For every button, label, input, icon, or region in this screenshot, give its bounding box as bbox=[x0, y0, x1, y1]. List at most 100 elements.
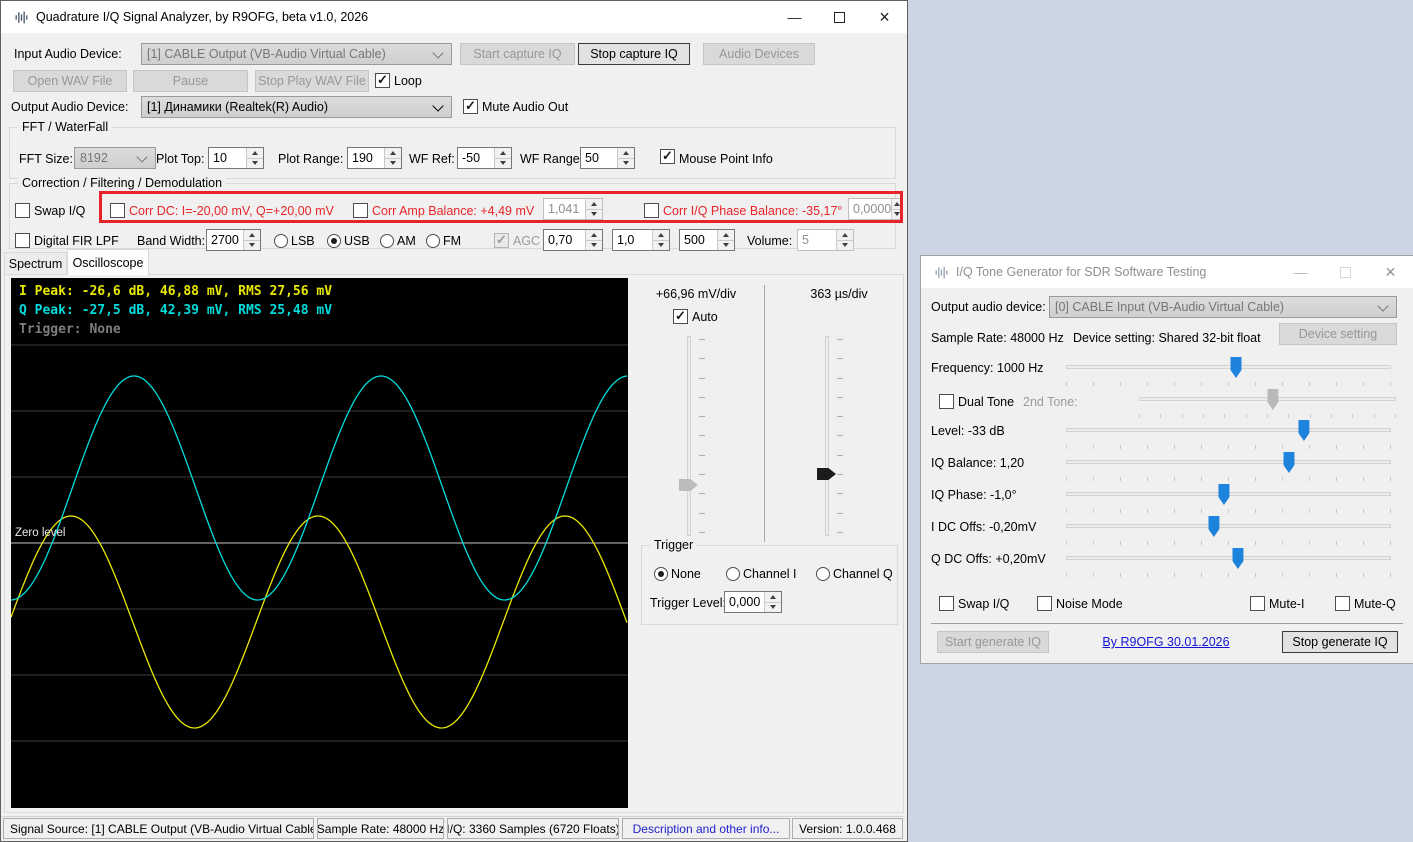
agc-checkbox[interactable]: ✓ bbox=[494, 233, 509, 248]
slider-track[interactable] bbox=[1066, 524, 1391, 528]
filter2-spinner[interactable]: 1,0 bbox=[612, 229, 670, 251]
tab-oscilloscope[interactable]: Oscilloscope bbox=[67, 249, 149, 275]
loop-checkbox[interactable]: ✓ bbox=[375, 73, 390, 88]
slider-track[interactable] bbox=[1066, 556, 1391, 560]
second-tone-label: 2nd Tone: bbox=[1023, 395, 1078, 409]
pause-button[interactable]: Pause bbox=[133, 70, 248, 92]
auto-checkbox[interactable]: ✓ bbox=[673, 309, 688, 324]
status-description-link[interactable]: Description and other info... bbox=[622, 818, 790, 839]
trigger-level-spinner[interactable]: 0,000 bbox=[724, 591, 782, 613]
close-button[interactable]: × bbox=[862, 1, 907, 33]
slider-track[interactable] bbox=[1066, 460, 1391, 464]
time-slider-thumb[interactable] bbox=[817, 468, 836, 480]
plot-top-spinner[interactable]: 10 bbox=[208, 147, 264, 169]
slider-track[interactable] bbox=[687, 336, 691, 536]
dual-tone-label: Dual Tone bbox=[958, 395, 1015, 409]
radio-trigger-channel-q[interactable] bbox=[816, 567, 830, 581]
iq-phase-slider[interactable] bbox=[1066, 484, 1391, 514]
audio-devices-button[interactable]: Audio Devices bbox=[703, 43, 815, 65]
corr-amp-checkbox[interactable] bbox=[353, 203, 368, 218]
second-tone-thumb[interactable] bbox=[1267, 389, 1279, 410]
slider-track[interactable] bbox=[1066, 428, 1391, 432]
stop-wav-button[interactable]: Stop Play WAV File bbox=[255, 70, 369, 92]
stop-capture-button[interactable]: Stop capture IQ bbox=[578, 43, 690, 65]
start-generate-button[interactable]: Start generate IQ bbox=[937, 631, 1049, 653]
wf-ref-label: WF Ref: bbox=[409, 152, 455, 166]
filter1-spinner[interactable]: 0,70 bbox=[543, 229, 603, 251]
tab-spectrum[interactable]: Spectrum bbox=[4, 252, 67, 275]
gen-device-combo[interactable]: [0] CABLE Input (VB-Audio Virtual Cable) bbox=[1049, 296, 1397, 318]
corr-phase-spinner[interactable]: 0,0000 bbox=[848, 198, 902, 220]
slider-track[interactable] bbox=[1066, 365, 1391, 369]
q-dc-offset-thumb[interactable] bbox=[1232, 548, 1244, 569]
filter3-spinner[interactable]: 500 bbox=[679, 229, 735, 251]
dual-tone-checkbox[interactable] bbox=[939, 394, 954, 409]
radio-usb[interactable] bbox=[327, 234, 341, 248]
maximize-button[interactable] bbox=[1323, 256, 1368, 288]
wf-ref-spinner[interactable]: -50 bbox=[457, 147, 512, 169]
volts-per-div-slider[interactable] bbox=[679, 336, 705, 536]
swap-iq-checkbox[interactable] bbox=[15, 203, 30, 218]
wf-range-label: WF Range: bbox=[520, 152, 584, 166]
device-setting-button[interactable]: Device setting bbox=[1279, 323, 1397, 345]
stop-generate-button[interactable]: Stop generate IQ bbox=[1282, 631, 1398, 653]
trigger-channel-i-label: Channel I bbox=[743, 567, 797, 581]
open-wav-button[interactable]: Open WAV File bbox=[13, 70, 127, 92]
corr-phase-checkbox[interactable] bbox=[644, 203, 659, 218]
mouse-point-info-checkbox[interactable]: ✓ bbox=[660, 149, 675, 164]
panel-divider bbox=[764, 285, 765, 542]
corr-amp-spinner[interactable]: 1,041 bbox=[543, 198, 603, 220]
wf-range-spinner[interactable]: 50 bbox=[580, 147, 635, 169]
mute-q-checkbox[interactable] bbox=[1335, 596, 1350, 611]
noise-mode-checkbox[interactable] bbox=[1037, 596, 1052, 611]
mute-audio-checkbox[interactable]: ✓ bbox=[463, 99, 478, 114]
maximize-button[interactable] bbox=[817, 1, 862, 33]
trigger-none-label: None bbox=[671, 567, 701, 581]
output-device-label: Output Audio Device: bbox=[11, 100, 129, 114]
iq-balance-slider[interactable] bbox=[1066, 452, 1391, 482]
plot-range-spinner[interactable]: 190 bbox=[347, 147, 402, 169]
radio-lsb-label: LSB bbox=[291, 234, 315, 248]
credit-link[interactable]: By R9OFG 30.01.2026 bbox=[1071, 635, 1261, 650]
radio-fm-label: FM bbox=[443, 234, 462, 248]
level-label: Level: -33 dB bbox=[931, 424, 1005, 438]
level-thumb[interactable] bbox=[1298, 420, 1310, 441]
radio-am[interactable] bbox=[380, 234, 394, 248]
frequency-slider[interactable] bbox=[1066, 357, 1391, 387]
slider-ticks bbox=[1066, 445, 1391, 449]
q-dc-offset-slider[interactable] bbox=[1066, 548, 1391, 578]
radio-fm[interactable] bbox=[426, 234, 440, 248]
slider-track[interactable] bbox=[825, 336, 829, 536]
radio-lsb[interactable] bbox=[274, 234, 288, 248]
iq-phase-thumb[interactable] bbox=[1218, 484, 1230, 505]
status-version: Version: 1.0.0.468 bbox=[792, 818, 903, 839]
second-tone-slider[interactable] bbox=[1139, 389, 1396, 419]
mute-i-checkbox[interactable] bbox=[1250, 596, 1265, 611]
frequency-thumb[interactable] bbox=[1230, 357, 1242, 378]
radio-trigger-none[interactable] bbox=[654, 567, 668, 581]
input-device-combo[interactable]: [1] CABLE Output (VB-Audio Virtual Cable… bbox=[141, 43, 452, 65]
volts-slider-thumb[interactable] bbox=[679, 479, 698, 491]
output-device-combo[interactable]: [1] Динамики (Realtek(R) Audio) bbox=[141, 96, 452, 118]
time-per-div-slider[interactable] bbox=[817, 336, 843, 536]
analyzer-titlebar: Quadrature I/Q Signal Analyzer, by R9OFG… bbox=[1, 1, 907, 33]
iq-balance-thumb[interactable] bbox=[1283, 452, 1295, 473]
level-slider[interactable] bbox=[1066, 420, 1391, 450]
radio-usb-label: USB bbox=[344, 234, 370, 248]
fir-lpf-checkbox[interactable] bbox=[15, 233, 30, 248]
i-dc-offset-thumb[interactable] bbox=[1208, 516, 1220, 537]
close-button[interactable]: × bbox=[1368, 256, 1413, 288]
gen-swap-iq-checkbox[interactable] bbox=[939, 596, 954, 611]
mute-q-label: Mute-Q bbox=[1354, 597, 1396, 611]
fft-size-combo[interactable]: 8192 bbox=[74, 147, 156, 169]
corr-amp-label: Corr Amp Balance: +4,49 mV bbox=[372, 204, 535, 218]
radio-trigger-channel-i[interactable] bbox=[726, 567, 740, 581]
minimize-button[interactable]: — bbox=[1278, 256, 1323, 288]
spin-up-icon bbox=[247, 148, 263, 159]
i-dc-offset-slider[interactable] bbox=[1066, 516, 1391, 546]
corr-dc-checkbox[interactable] bbox=[110, 203, 125, 218]
volume-spinner[interactable]: 5 bbox=[797, 229, 854, 251]
bandwidth-spinner[interactable]: 2700 bbox=[206, 229, 261, 251]
minimize-button[interactable]: — bbox=[772, 1, 817, 33]
start-capture-button[interactable]: Start capture IQ bbox=[460, 43, 575, 65]
